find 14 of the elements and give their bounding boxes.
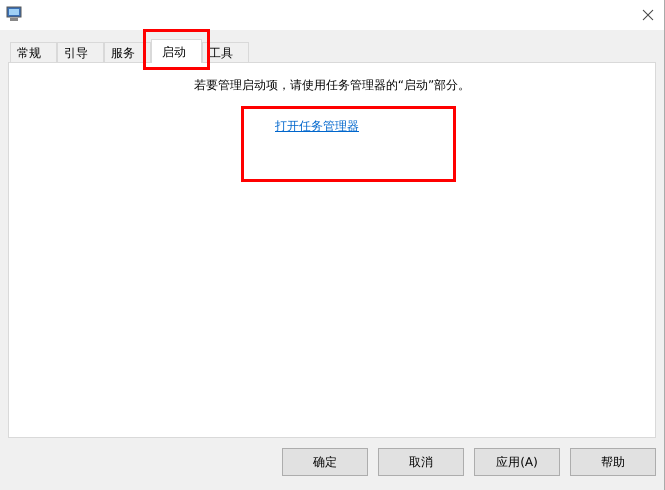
task-manager-link[interactable]: 打开任务管理器 xyxy=(275,118,359,135)
tab[interactable]: 服务 xyxy=(104,42,151,62)
computer-icon xyxy=(6,6,22,22)
dialog-button[interactable]: 应用(A) xyxy=(474,448,560,476)
instruction-text: 若要管理启动项，请使用任务管理器的“启动”部分。 xyxy=(194,77,470,94)
dialog-button[interactable]: 确定 xyxy=(282,448,368,476)
dialog-button[interactable]: 取消 xyxy=(378,448,464,476)
tab[interactable]: 启动 xyxy=(151,39,202,63)
highlight-frame xyxy=(143,29,210,70)
tab[interactable]: 常规 xyxy=(10,42,57,62)
dialog-button[interactable]: 帮助 xyxy=(570,448,656,476)
close-icon[interactable] xyxy=(642,9,654,21)
tab[interactable]: 工具 xyxy=(202,42,249,62)
tab[interactable]: 引导 xyxy=(57,42,104,62)
